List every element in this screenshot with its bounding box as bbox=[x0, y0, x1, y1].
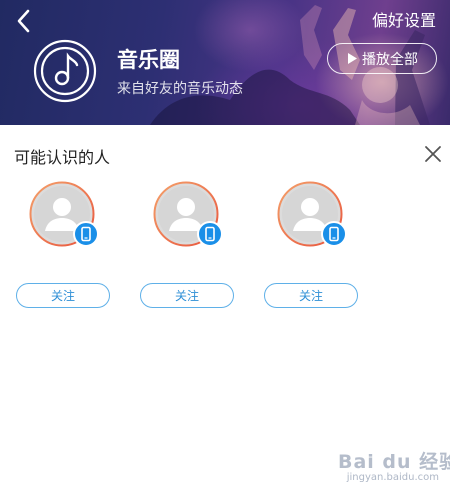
phone-icon bbox=[197, 221, 223, 247]
watermark-url: jingyan.baidu.com bbox=[346, 472, 439, 483]
watermark-brand: Bai du 经验 bbox=[338, 451, 450, 473]
avatar[interactable] bbox=[29, 181, 99, 247]
close-button[interactable] bbox=[423, 144, 443, 164]
avatar[interactable] bbox=[277, 181, 347, 247]
preferences-button[interactable]: 偏好设置 bbox=[372, 7, 436, 31]
follow-button[interactable]: 关注 bbox=[16, 283, 110, 308]
suggested-person-card: 关注 bbox=[16, 181, 112, 311]
follow-button[interactable]: 关注 bbox=[140, 283, 234, 308]
baidu-jingyan-watermark: Bai du 经验 jingyan.baidu.com bbox=[338, 447, 450, 491]
avatar[interactable] bbox=[153, 181, 223, 247]
chevron-left-icon bbox=[17, 9, 30, 33]
phone-icon bbox=[321, 221, 347, 247]
person-name bbox=[264, 249, 360, 265]
music-note-icon bbox=[33, 39, 97, 103]
play-icon bbox=[348, 53, 357, 64]
section-title: 可能认识的人 bbox=[14, 148, 111, 167]
person-name bbox=[140, 249, 236, 265]
person-name bbox=[16, 249, 112, 265]
suggested-person-card: 关注 bbox=[264, 181, 360, 311]
back-button[interactable] bbox=[10, 6, 40, 36]
page-title: 音乐圈 bbox=[117, 48, 180, 72]
suggested-person-card: 关注 bbox=[140, 181, 236, 311]
music-circle-header: 偏好设置 音乐圈 来自好友的音乐动态 播放全部 bbox=[0, 0, 450, 125]
follow-button[interactable]: 关注 bbox=[264, 283, 358, 308]
close-icon bbox=[425, 146, 441, 162]
phone-icon bbox=[73, 221, 99, 247]
play-all-button[interactable]: 播放全部 bbox=[327, 43, 437, 74]
play-all-label: 播放全部 bbox=[362, 51, 418, 68]
page-subtitle: 来自好友的音乐动态 bbox=[117, 81, 243, 97]
